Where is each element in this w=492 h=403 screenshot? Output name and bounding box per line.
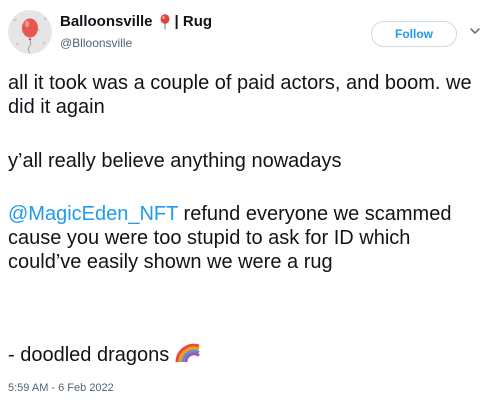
rainbow-icon	[175, 343, 201, 363]
author-display-name[interactable]: Balloonsville	[60, 13, 153, 30]
tweet-timestamp[interactable]: 5:59 AM - 6 Feb 2022	[8, 382, 114, 394]
follow-button[interactable]: Follow	[371, 21, 457, 47]
mention-link[interactable]: @MagicEden_NFT	[8, 203, 178, 225]
tweet-paragraph-4: - doodled dragons	[8, 343, 488, 367]
balloon-avatar-icon	[8, 10, 52, 54]
pushpin-balloon-icon	[159, 13, 171, 30]
author-handle[interactable]: @Blloonsville	[60, 36, 132, 50]
more-options-button[interactable]	[468, 24, 482, 38]
author-name-suffix: | Rug	[174, 13, 213, 30]
chevron-down-icon	[470, 28, 480, 34]
tweet-paragraph-3: @MagicEden_NFT refund everyone we scamme…	[8, 202, 488, 274]
tweet-paragraph-2: y’all really believe anything nowadays	[8, 150, 342, 172]
tweet-card: Balloonsville | Rug @Blloonsville Follow…	[0, 0, 492, 403]
author-avatar[interactable]	[8, 10, 52, 54]
tweet-signature: - doodled dragons	[8, 344, 170, 366]
author-name-row: Balloonsville | Rug	[60, 13, 212, 30]
tweet-paragraph-1: all it took was a couple of paid actors,…	[8, 72, 472, 118]
